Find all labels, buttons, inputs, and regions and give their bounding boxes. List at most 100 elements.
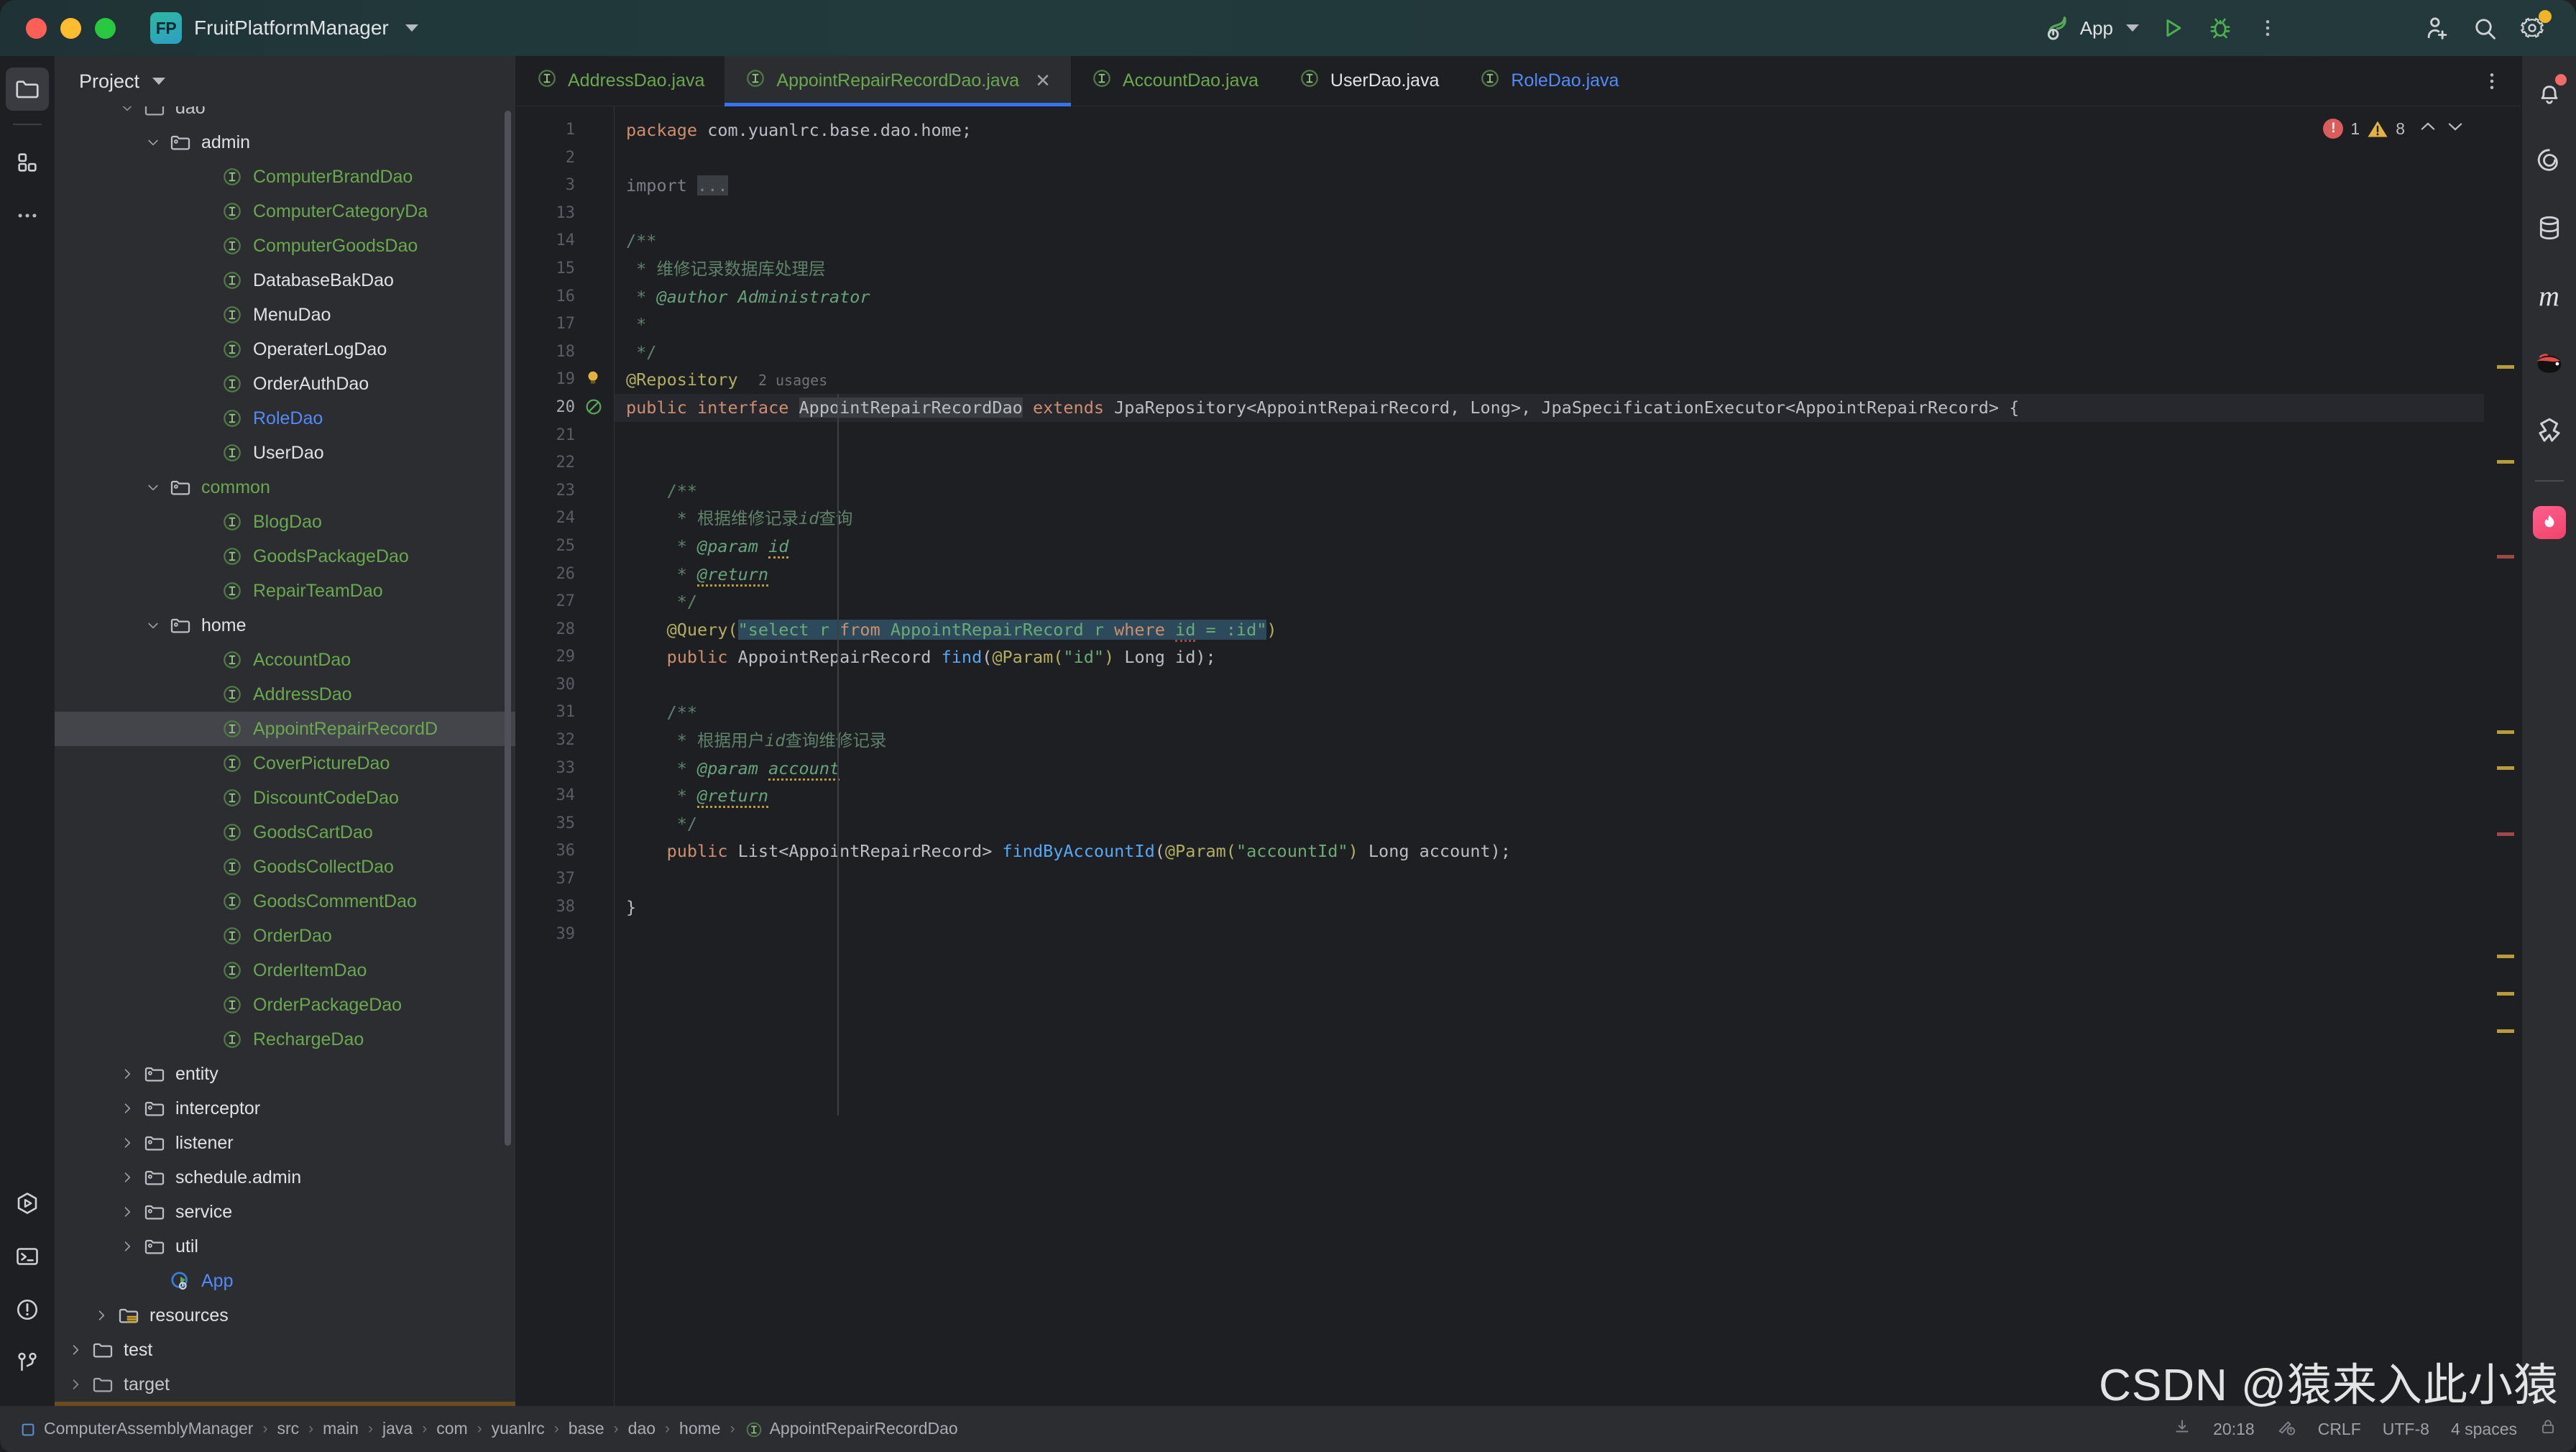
- tab-appointrepairrecorddao[interactable]: AppointRepairRecordDao.java ✕: [724, 56, 1071, 106]
- tree-node-goodscartdao[interactable]: GoodsCartDao: [55, 815, 515, 850]
- sidebar-item-version-control[interactable]: [6, 1341, 49, 1384]
- tree-node-schedule-admin[interactable]: schedule.admin: [55, 1160, 515, 1195]
- run-configuration-selector[interactable]: App: [2037, 6, 2149, 50]
- tree-node-databasebakdao[interactable]: DatabaseBakDao: [55, 263, 515, 298]
- breadcrumb-item[interactable]: home: [676, 1419, 724, 1438]
- project-tree-scrollbar[interactable]: [505, 111, 511, 1146]
- tree-node-computercategoryda[interactable]: ComputerCategoryDa: [55, 194, 515, 229]
- sidebar-item-database[interactable]: [2527, 206, 2572, 250]
- tree-node-toggle[interactable]: [66, 1341, 85, 1359]
- settings-button[interactable]: [2508, 4, 2556, 52]
- warning-marker[interactable]: [2497, 460, 2514, 464]
- breadcrumb[interactable]: ComputerAssemblyManager › src › main › java › co…: [16, 1419, 961, 1439]
- tree-node-admin[interactable]: admin: [55, 125, 515, 160]
- sidebar-item-problems[interactable]: [6, 1288, 49, 1331]
- tree-node-util[interactable]: util: [55, 1229, 515, 1264]
- tree-node-toggle[interactable]: [66, 1375, 85, 1394]
- more-actions-button[interactable]: [2244, 4, 2291, 52]
- tree-node-discountcodedao[interactable]: DiscountCodeDao: [55, 781, 515, 815]
- breadcrumb-item[interactable]: main: [320, 1419, 362, 1438]
- sidebar-item-ninja-plugin[interactable]: [2527, 341, 2572, 385]
- tab-roledao[interactable]: RoleDao.java: [1459, 56, 1639, 106]
- breadcrumb-item[interactable]: base: [566, 1419, 607, 1438]
- tree-node-target[interactable]: target: [55, 1367, 515, 1402]
- tree-node-repairteamdao[interactable]: RepairTeamDao: [55, 574, 515, 608]
- project-selector[interactable]: FP FruitPlatformManager: [150, 12, 418, 44]
- tree-node-listener[interactable]: listener: [55, 1126, 515, 1160]
- tree-node-rechargedao[interactable]: RechargeDao: [55, 1022, 515, 1057]
- indent-widget[interactable]: 4 spaces: [2451, 1420, 2517, 1439]
- line-separator-widget[interactable]: CRLF: [2318, 1420, 2361, 1439]
- debug-button[interactable]: [2196, 4, 2244, 52]
- tree-node-app[interactable]: App: [55, 1264, 515, 1298]
- tree-node-orderitemdao[interactable]: OrderItemDao: [55, 953, 515, 988]
- encoding-widget[interactable]: UTF-8: [2383, 1420, 2429, 1439]
- tree-node-orderpackagedao[interactable]: OrderPackageDao: [55, 988, 515, 1022]
- tree-node-toggle[interactable]: [144, 133, 162, 152]
- maximize-window-button[interactable]: [95, 17, 116, 39]
- tree-node-toggle[interactable]: [118, 1168, 137, 1187]
- memory-indicator[interactable]: [2173, 1417, 2191, 1440]
- tree-node-resources[interactable]: resources: [55, 1298, 515, 1333]
- breadcrumb-item[interactable]: yuanlrc: [489, 1419, 548, 1438]
- sidebar-item-project[interactable]: [6, 68, 49, 111]
- error-marker[interactable]: [2497, 555, 2514, 559]
- minimize-window-button[interactable]: [60, 17, 81, 39]
- sidebar-item-maven[interactable]: m: [2527, 273, 2572, 318]
- tree-node-orderauthdao[interactable]: OrderAuthDao: [55, 367, 515, 401]
- read-only-toggle[interactable]: [2539, 1417, 2557, 1440]
- breadcrumb-item[interactable]: ComputerAssemblyManager: [16, 1419, 256, 1439]
- tree-node-computerbranddao[interactable]: ComputerBrandDao: [55, 160, 515, 194]
- sidebar-item-spring[interactable]: [2527, 138, 2572, 183]
- warning-marker[interactable]: [2497, 955, 2514, 958]
- code-editor[interactable]: package com.yuanlrc.base.dao.home; impor…: [614, 106, 2484, 1406]
- tree-node-accountdao[interactable]: AccountDao: [55, 643, 515, 677]
- editor-gutter-icons[interactable]: [585, 106, 614, 1406]
- inspection-widget[interactable]: ! 1 8: [2323, 116, 2465, 141]
- previous-problem-button[interactable]: [2418, 116, 2438, 141]
- tree-node-home[interactable]: home: [55, 608, 515, 643]
- tree-node-dao[interactable]: dao: [55, 106, 515, 125]
- tab-userdao[interactable]: UserDao.java: [1279, 56, 1459, 106]
- warning-marker[interactable]: [2497, 365, 2514, 369]
- tree-node-addressdao[interactable]: AddressDao: [55, 677, 515, 712]
- editor-marker-gutter[interactable]: [2484, 106, 2521, 1406]
- intention-bulb-icon[interactable]: [584, 369, 602, 391]
- tree-node-toggle[interactable]: [118, 1065, 137, 1083]
- tree-node-appointrepairrecordd[interactable]: AppointRepairRecordD: [55, 712, 515, 746]
- sidebar-item-more-tools[interactable]: [6, 194, 49, 237]
- search-everywhere-button[interactable]: [2461, 4, 2508, 52]
- tree-node-coverpicturedao[interactable]: CoverPictureDao: [55, 746, 515, 781]
- tree-node-toggle[interactable]: [118, 1203, 137, 1221]
- tree-node-test[interactable]: test: [55, 1333, 515, 1367]
- tree-node-toggle[interactable]: [144, 616, 162, 635]
- warning-marker[interactable]: [2497, 766, 2514, 770]
- tree-node-blogdao[interactable]: BlogDao: [55, 505, 515, 539]
- tab-accountdao[interactable]: AccountDao.java: [1071, 56, 1279, 106]
- tree-node-toggle[interactable]: [118, 1134, 137, 1152]
- tree-node-userdao[interactable]: UserDao: [55, 436, 515, 470]
- tree-node-goodscollectdao[interactable]: GoodsCollectDao: [55, 850, 515, 884]
- tree-node-goodspackagedao[interactable]: GoodsPackageDao: [55, 539, 515, 574]
- tree-node-roledao[interactable]: RoleDao: [55, 401, 515, 436]
- tree-node-toggle[interactable]: [144, 478, 162, 497]
- breadcrumb-item[interactable]: com: [433, 1419, 470, 1438]
- tree-node-toggle[interactable]: [118, 1237, 137, 1256]
- inspection-level-widget[interactable]: [2276, 1417, 2296, 1441]
- tab-close-button[interactable]: ✕: [1035, 70, 1051, 92]
- sidebar-item-run[interactable]: [6, 1182, 49, 1225]
- tree-node-goodscommentdao[interactable]: GoodsCommentDao: [55, 884, 515, 919]
- implemented-interface-gutter-icon[interactable]: [584, 397, 604, 421]
- sidebar-item-notifications[interactable]: [2527, 70, 2572, 115]
- add-account-button[interactable]: [2414, 4, 2461, 52]
- tab-list-more-button[interactable]: [2481, 56, 2521, 106]
- tree-node-entity[interactable]: entity: [55, 1057, 515, 1091]
- warning-marker[interactable]: [2497, 730, 2514, 734]
- sidebar-item-bundle-plugin[interactable]: [2527, 408, 2572, 453]
- breadcrumb-item[interactable]: src: [274, 1419, 302, 1438]
- sidebar-item-ai-assistant[interactable]: [2527, 500, 2572, 545]
- tree-node-interceptor[interactable]: interceptor: [55, 1091, 515, 1126]
- sidebar-item-commit[interactable]: [6, 141, 49, 184]
- breadcrumb-item[interactable]: dao: [625, 1419, 658, 1438]
- warning-marker[interactable]: [2497, 1029, 2514, 1033]
